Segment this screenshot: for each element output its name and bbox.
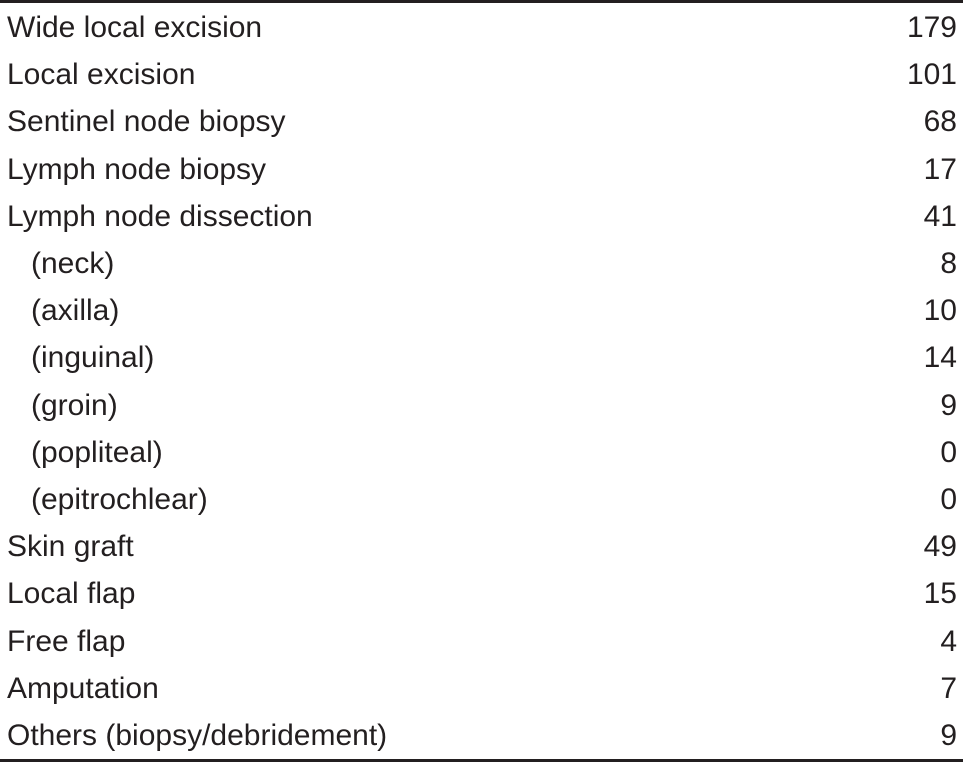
row-value: 10 xyxy=(923,294,957,328)
row-label: Wide local excision xyxy=(7,11,263,45)
table-row: Sentinel node biopsy 68 xyxy=(0,98,963,145)
row-label: Lymph node biopsy xyxy=(7,152,267,186)
table-subrow: (groin) 9 xyxy=(0,382,963,429)
row-value: 9 xyxy=(940,718,957,752)
row-label: Local flap xyxy=(7,577,136,611)
table-row: Others (biopsy/debridement) 9 xyxy=(0,712,963,759)
table-row: Wide local excision 179 xyxy=(0,4,963,51)
row-label: Free flap xyxy=(7,624,126,658)
table-row: Skin graft 49 xyxy=(0,523,963,570)
row-value: 179 xyxy=(906,11,957,45)
row-value: 41 xyxy=(923,199,957,233)
row-label: Others (biopsy/debridement) xyxy=(7,718,388,752)
row-value: 0 xyxy=(940,435,957,469)
row-label: (groin) xyxy=(31,388,118,422)
row-value: 7 xyxy=(940,671,957,705)
row-label: Sentinel node biopsy xyxy=(7,105,286,139)
row-label: (epitrochlear) xyxy=(31,482,208,516)
table-row: Local flap 15 xyxy=(0,570,963,617)
row-label: (axilla) xyxy=(31,294,120,328)
row-label: Lymph node dissection xyxy=(7,199,313,233)
row-value: 68 xyxy=(923,105,957,139)
table-subrow: (inguinal) 14 xyxy=(0,334,963,381)
table-subrow: (neck) 8 xyxy=(0,240,963,287)
table-subrow: (popliteal) 0 xyxy=(0,429,963,476)
row-value: 9 xyxy=(940,388,957,422)
row-value: 15 xyxy=(923,577,957,611)
row-label: (neck) xyxy=(31,247,115,281)
row-value: 8 xyxy=(940,247,957,281)
table-row: Amputation 7 xyxy=(0,665,963,712)
row-value: 4 xyxy=(940,624,957,658)
row-value: 17 xyxy=(923,152,957,186)
table-body: Wide local excision 179 Local excision 101 S… xyxy=(0,4,963,759)
row-label: (popliteal) xyxy=(31,435,163,469)
table-row: Free flap 4 xyxy=(0,617,963,664)
row-value: 49 xyxy=(923,530,957,564)
row-label: Skin graft xyxy=(7,530,134,564)
table-row: Lymph node biopsy 17 xyxy=(0,146,963,193)
table-row: Local excision 101 xyxy=(0,51,963,98)
row-label: (inguinal) xyxy=(31,341,155,375)
row-label: Local excision xyxy=(7,58,196,92)
row-value: 101 xyxy=(906,58,957,92)
row-label: Amputation xyxy=(7,671,159,705)
procedures-table: Wide local excision 179 Local excision 101 S… xyxy=(0,0,963,762)
table-row: Lymph node dissection 41 xyxy=(0,193,963,240)
table-subrow: (axilla) 10 xyxy=(0,287,963,334)
table-subrow: (epitrochlear) 0 xyxy=(0,476,963,523)
row-value: 14 xyxy=(923,341,957,375)
row-value: 0 xyxy=(940,482,957,516)
